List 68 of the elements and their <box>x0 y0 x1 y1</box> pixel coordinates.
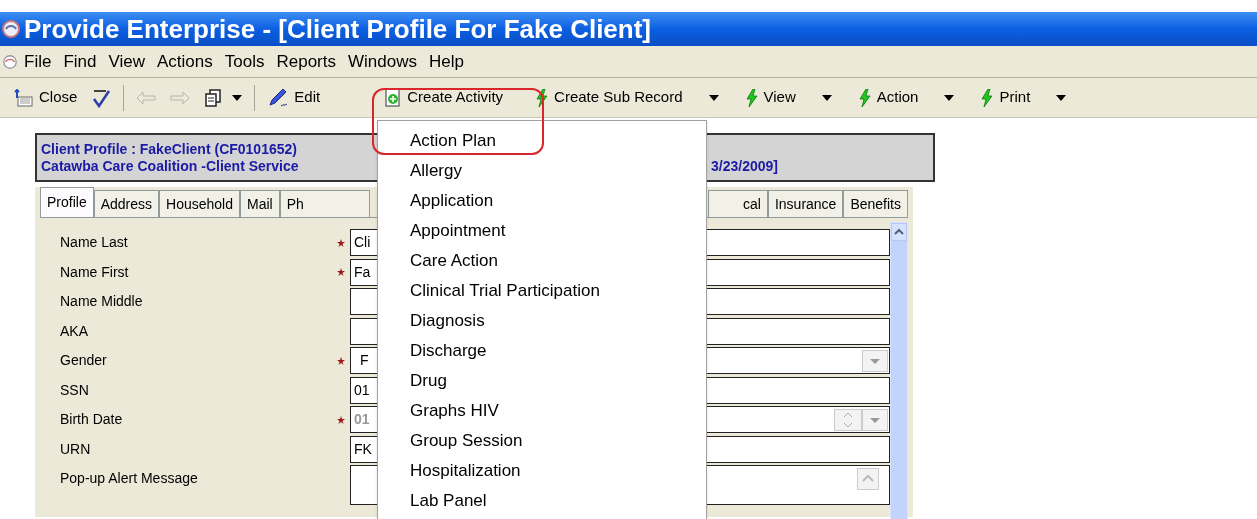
caret-icon[interactable] <box>1056 94 1067 101</box>
toolbar-button[interactable]: Action <box>855 86 921 109</box>
toolbar-button[interactable]: Create Activity <box>382 86 506 109</box>
client-subtitle: Catawba Care Coalition -Client Service <box>41 157 299 175</box>
client-date: 3/23/2009] <box>711 157 778 175</box>
field-label: Name Middle <box>59 292 144 312</box>
toolbar-button[interactable]: Print <box>978 86 1033 109</box>
caret-icon[interactable] <box>232 94 243 101</box>
caret-icon[interactable] <box>708 94 719 101</box>
tab[interactable]: Mail <box>240 190 280 217</box>
menu-item[interactable]: Graphs HIV <box>378 396 706 426</box>
toolbar-button[interactable]: View <box>742 86 798 109</box>
spellcheck-icon[interactable] <box>91 87 112 108</box>
toolbar-button[interactable]: Create Sub Record <box>533 86 685 109</box>
lightning-icon <box>744 88 759 107</box>
menu-item[interactable]: Lab Panel <box>378 486 706 516</box>
menu-item[interactable]: Find <box>57 48 103 75</box>
menu-item[interactable]: View <box>102 48 152 75</box>
menu-item[interactable]: Windows <box>342 48 423 75</box>
menu-item[interactable]: Allergy <box>378 156 706 186</box>
field-label: AKA <box>59 321 89 341</box>
caret-icon[interactable] <box>944 94 955 101</box>
dropdown-icon[interactable] <box>862 408 888 431</box>
menu-item[interactable]: Group Session <box>378 426 706 456</box>
tab[interactable]: cal <box>707 190 768 217</box>
menu-item[interactable]: Appointment <box>378 216 706 246</box>
tab[interactable]: Ph <box>279 190 370 217</box>
field-label: SSN <box>59 380 90 400</box>
menu-item[interactable]: Discharge <box>378 336 706 366</box>
menu-item[interactable]: Tools <box>218 48 271 75</box>
client-title: Client Profile : FakeClient (CF0101652) <box>41 140 297 158</box>
menu-item[interactable]: File <box>18 48 58 75</box>
tab[interactable]: Household <box>159 190 240 217</box>
toolbar-button[interactable]: Edit <box>265 86 323 109</box>
app-icon <box>2 53 18 70</box>
menu-item[interactable]: Drug <box>378 366 706 396</box>
tab[interactable]: Address <box>93 190 160 217</box>
window-title: Provide Enterprise - [Client Profile For Fake Client] <box>24 16 651 42</box>
menu-item[interactable]: Hospitalization <box>378 456 706 486</box>
scrollbar[interactable] <box>890 222 908 519</box>
tab[interactable]: Benefits <box>843 190 908 217</box>
field-label: Name First <box>59 262 130 282</box>
lightning-icon <box>980 88 995 107</box>
pencil-icon <box>267 87 290 108</box>
menu-item[interactable]: Help <box>422 48 470 75</box>
close-icon <box>14 88 34 107</box>
caret-icon[interactable] <box>821 94 832 101</box>
menu-item[interactable]: Reports <box>270 48 342 75</box>
menu-item[interactable]: Application <box>378 186 706 216</box>
scroll-up-icon[interactable] <box>891 223 907 241</box>
menu-item[interactable]: Clinical Trial Participation <box>378 276 706 306</box>
menu-item[interactable]: Action Plan <box>378 126 706 156</box>
copy-icon[interactable] <box>204 88 223 107</box>
tab[interactable]: Profile <box>40 187 94 217</box>
field-label: Birth Date <box>59 410 124 430</box>
menu-item[interactable]: Diagnosis <box>378 306 706 336</box>
menu-item[interactable]: Care Action <box>378 246 706 276</box>
tab[interactable]: Insurance <box>767 190 844 217</box>
lightning-icon <box>857 88 872 107</box>
field-label: URN <box>59 439 92 459</box>
menu-item[interactable]: Actions <box>151 48 219 75</box>
lightning-icon <box>535 88 550 107</box>
toolbar-button[interactable]: Close <box>12 86 80 109</box>
field-label: Name Last <box>59 233 129 253</box>
app-icon <box>2 20 20 38</box>
field-label: Gender <box>59 351 108 371</box>
field-label: Pop-up Alert Message <box>59 469 199 489</box>
dropdown-icon[interactable] <box>862 349 888 372</box>
